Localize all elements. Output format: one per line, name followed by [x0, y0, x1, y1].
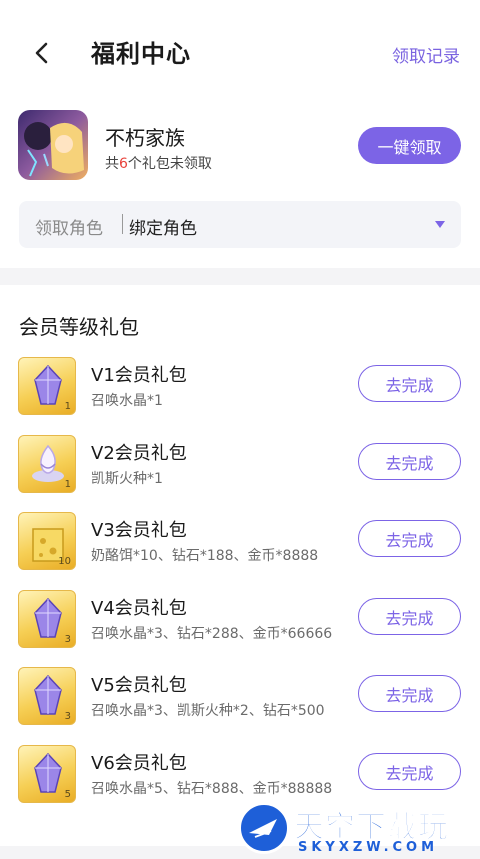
back-button[interactable]	[26, 36, 56, 70]
section-title: 会员等级礼包	[19, 315, 139, 339]
gift-count: 3	[64, 634, 71, 645]
watermark-url: SKYXZW.COM	[298, 840, 439, 855]
purple-crystal-icon: 1	[18, 357, 76, 415]
claim-all-button[interactable]: 一键领取	[358, 127, 461, 164]
gift-contents: 凯斯火种*1	[91, 471, 163, 487]
game-name: 不朽家族	[105, 126, 185, 150]
go-complete-button[interactable]: 去完成	[358, 365, 461, 402]
role-selector[interactable]: 领取角色 绑定角色	[19, 201, 461, 248]
unclaimed-summary: 共6个礼包未领取	[105, 153, 212, 173]
gift-name: V1会员礼包	[91, 365, 187, 386]
site-watermark: 天空下载玩 SKYXZW.COM	[238, 800, 478, 859]
role-label: 领取角色	[35, 219, 103, 239]
gift-contents: 召唤水晶*1	[91, 393, 163, 409]
cheese-icon: 10	[18, 512, 76, 570]
gift-count: 3	[64, 711, 71, 722]
claim-records-link[interactable]: 领取记录	[392, 42, 460, 67]
purple-crystal-icon: 5	[18, 745, 76, 803]
purple-crystal-icon: 3	[18, 667, 76, 725]
go-complete-button[interactable]: 去完成	[358, 520, 461, 557]
gift-name: V5会员礼包	[91, 675, 187, 696]
watermark-logo-icon	[238, 802, 290, 854]
gift-row-v3: 10 V3会员礼包 奶酪饵*10、钻石*188、金币*8888 去完成	[0, 512, 480, 590]
gift-name: V6会员礼包	[91, 753, 187, 774]
go-complete-button[interactable]: 去完成	[358, 598, 461, 635]
go-complete-button[interactable]: 去完成	[358, 675, 461, 712]
gift-row-v5: 3 V5会员礼包 召唤水晶*3、凯斯火种*2、钻石*500 去完成	[0, 667, 480, 745]
gift-count: 1	[64, 479, 71, 490]
summary-suffix: 个礼包未领取	[127, 156, 212, 172]
gift-count: 5	[64, 789, 71, 800]
go-complete-button[interactable]: 去完成	[358, 443, 461, 480]
gift-row-v2: 1 V2会员礼包 凯斯火种*1 去完成	[0, 435, 480, 513]
gift-name: V3会员礼包	[91, 520, 187, 541]
gift-count: 1	[64, 401, 71, 412]
go-complete-button[interactable]: 去完成	[358, 753, 461, 790]
unclaimed-count: 6	[119, 156, 128, 172]
gift-name: V2会员礼包	[91, 443, 187, 464]
game-icon	[18, 110, 88, 180]
role-value: 绑定角色	[129, 219, 197, 239]
gift-row-v1: 1 V1会员礼包 召唤水晶*1 去完成	[0, 357, 480, 435]
role-separator	[122, 214, 123, 234]
gift-name: V4会员礼包	[91, 598, 187, 619]
gift-count: 10	[58, 556, 71, 567]
gift-contents: 奶酪饵*10、钻石*188、金币*8888	[91, 548, 319, 564]
gift-row-v4: 3 V4会员礼包 召唤水晶*3、钻石*288、金币*66666 去完成	[0, 590, 480, 668]
gift-contents: 召唤水晶*3、钻石*288、金币*66666	[91, 626, 333, 642]
gift-contents: 召唤水晶*3、凯斯火种*2、钻石*500	[91, 703, 325, 719]
game-card: 不朽家族 共6个礼包未领取 一键领取	[0, 100, 480, 195]
fire-seed-icon: 1	[18, 435, 76, 493]
chevron-left-icon	[35, 42, 48, 64]
summary-prefix: 共	[105, 156, 119, 172]
dropdown-arrow-icon	[435, 221, 445, 228]
header: 福利中心 领取记录	[0, 0, 480, 100]
purple-crystal-icon: 3	[18, 590, 76, 648]
section-divider	[0, 268, 480, 285]
gift-contents: 召唤水晶*5、钻石*888、金币*88888	[91, 781, 333, 797]
page-title: 福利中心	[91, 40, 191, 68]
